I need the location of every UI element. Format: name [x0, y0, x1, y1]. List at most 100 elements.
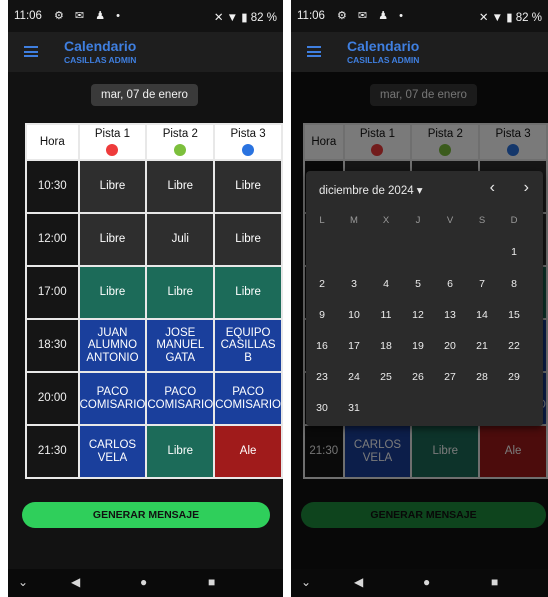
calendar-day[interactable]: 6	[440, 278, 460, 290]
court-column-header: Pista 1	[77, 123, 148, 161]
nav-collapse-icon[interactable]: ⌄	[301, 575, 311, 589]
table-header-row: Hora Pista 1 Pista 2 Pista 3	[25, 123, 283, 161]
calendar-day[interactable]: 21	[472, 340, 492, 352]
calendar-day[interactable]: 27	[440, 371, 460, 383]
status-right: ✕ ▼ ▮ 82 %	[479, 10, 542, 24]
calendar-day[interactable]: 4	[376, 278, 396, 290]
calendar-day[interactable]: 25	[376, 371, 396, 383]
month-dropdown[interactable]: diciembre de 2024 ▾	[319, 183, 423, 197]
court-color-dot-icon	[174, 143, 187, 156]
calendar-day[interactable]: 30	[312, 402, 332, 414]
weekday-label: L	[319, 215, 325, 226]
table-row: 21:30CARLOS VELALibreAle	[25, 424, 283, 479]
booking-slot-cell[interactable]: PACO COMISARIO	[213, 371, 283, 426]
booking-slot-cell[interactable]: Libre	[77, 212, 148, 267]
calendar-day[interactable]: 11	[376, 309, 396, 321]
nav-recents-icon[interactable]: ■	[208, 575, 215, 589]
table-row: 17:00LibreLibreLibre	[25, 265, 283, 320]
booking-slot-cell[interactable]: Libre	[213, 212, 283, 267]
booking-slot-cell[interactable]: JOSE MANUEL GATA	[145, 318, 216, 373]
system-nav-bar: ⌄ ◀ ● ■	[291, 569, 548, 597]
court-color-dot-icon	[106, 143, 119, 156]
calendar-day[interactable]: 31	[344, 402, 364, 414]
weekday-label: M	[350, 215, 358, 226]
connectivity-icons: ✕ ▼ ▮	[478, 12, 513, 24]
booking-slot-cell[interactable]: Libre	[77, 265, 148, 320]
hamburger-menu-icon[interactable]	[307, 46, 321, 57]
calendar-day[interactable]: 13	[440, 309, 460, 321]
nav-back-icon[interactable]: ◀	[71, 575, 80, 589]
calendar-day[interactable]: 5	[408, 278, 428, 290]
hour-cell: 12:00	[25, 212, 80, 267]
calendar-day[interactable]: 14	[472, 309, 492, 321]
booking-slot-cell[interactable]: Libre	[213, 159, 283, 214]
booking-slot-cell[interactable]: Ale	[213, 424, 283, 479]
booking-slot-cell[interactable]: Libre	[213, 265, 283, 320]
calendar-day[interactable]: 15	[504, 309, 524, 321]
previous-month-icon[interactable]: ‹	[490, 179, 495, 197]
date-selector-button[interactable]: mar, 07 de enero	[91, 84, 198, 106]
calendar-day[interactable]: 10	[344, 309, 364, 321]
generate-message-button[interactable]: GENERAR MENSAJE	[22, 502, 270, 528]
app-title: Calendario	[64, 38, 137, 54]
nav-home-icon[interactable]: ●	[423, 575, 430, 589]
calendar-day[interactable]: 7	[472, 278, 492, 290]
nav-home-icon[interactable]: ●	[140, 575, 147, 589]
calendar-day[interactable]: 26	[408, 371, 428, 383]
court-label: Pista 3	[230, 128, 266, 141]
notification-icons: ⚙ ✉ ♟ •	[54, 10, 124, 22]
hour-column-header: Hora	[25, 123, 80, 161]
hour-cell: 21:30	[25, 424, 80, 479]
booking-slot-cell[interactable]: Libre	[77, 159, 148, 214]
app-bar: Calendario CASILLAS ADMIN	[8, 32, 283, 72]
booking-slot-cell[interactable]: PACO COMISARIO	[77, 371, 148, 426]
calendar-day[interactable]: 24	[344, 371, 364, 383]
connectivity-icons: ✕ ▼ ▮	[213, 12, 248, 24]
table-row: 20:00PACO COMISARIOPACO COMISARIOPACO CO…	[25, 371, 283, 426]
weekday-label: X	[382, 215, 390, 226]
booking-slot-cell[interactable]: Libre	[145, 424, 216, 479]
weekday-label: D	[510, 215, 518, 226]
table-row: 18:30JUAN ALUMNO ANTONIOJOSE MANUEL GATA…	[25, 318, 283, 373]
booking-slot-cell[interactable]: Libre	[145, 265, 216, 320]
calendar-day[interactable]: 12	[408, 309, 428, 321]
booking-slot-cell[interactable]: EQUIPO CASILLAS B	[213, 318, 283, 373]
status-time: 11:06	[297, 10, 325, 22]
calendar-day[interactable]: 1	[504, 246, 524, 258]
hour-cell: 17:00	[25, 265, 80, 320]
weekday-label: J	[415, 215, 421, 226]
calendar-day[interactable]: 2	[312, 278, 332, 290]
weekday-label: V	[446, 215, 454, 226]
hour-cell: 18:30	[25, 318, 80, 373]
booking-slot-cell[interactable]: Juli	[145, 212, 216, 267]
booking-slot-cell[interactable]: PACO COMISARIO	[145, 371, 216, 426]
nav-recents-icon[interactable]: ■	[491, 575, 498, 589]
booking-slot-cell[interactable]: Libre	[145, 159, 216, 214]
booking-slot-cell[interactable]: CARLOS VELA	[77, 424, 148, 479]
calendar-day[interactable]: 20	[440, 340, 460, 352]
system-nav-bar: ⌄ ◀ ● ■	[8, 569, 283, 597]
calendar-day[interactable]: 23	[312, 371, 332, 383]
booking-table: HoraPista 1Pista 2Pista 310:30LibreLibre…	[25, 123, 283, 479]
calendar-day[interactable]: 17	[344, 340, 364, 352]
status-bar: 11:06 ⚙ ✉ ♟ • ✕ ▼ ▮ 82 %	[291, 0, 548, 32]
court-label: Pista 2	[162, 128, 198, 141]
date-picker-popup: diciembre de 2024 ▾ ‹ › LMXJVSD123456789…	[306, 171, 543, 426]
calendar-day[interactable]: 18	[376, 340, 396, 352]
booking-slot-cell[interactable]: JUAN ALUMNO ANTONIO	[77, 318, 148, 373]
calendar-day[interactable]: 22	[504, 340, 524, 352]
calendar-day[interactable]: 19	[408, 340, 428, 352]
hour-cell: 10:30	[25, 159, 80, 214]
calendar-day[interactable]: 16	[312, 340, 332, 352]
calendar-day[interactable]: 9	[312, 309, 332, 321]
calendar-day[interactable]: 28	[472, 371, 492, 383]
calendar-day[interactable]: 29	[504, 371, 524, 383]
calendar-day[interactable]: 3	[344, 278, 364, 290]
table-row: 10:30LibreLibreLibre	[25, 159, 283, 214]
battery-level: 82 %	[515, 12, 542, 24]
nav-back-icon[interactable]: ◀	[354, 575, 363, 589]
hamburger-menu-icon[interactable]	[24, 46, 38, 57]
next-month-icon[interactable]: ›	[524, 179, 529, 197]
calendar-day[interactable]: 8	[504, 278, 524, 290]
nav-collapse-icon[interactable]: ⌄	[18, 575, 28, 589]
